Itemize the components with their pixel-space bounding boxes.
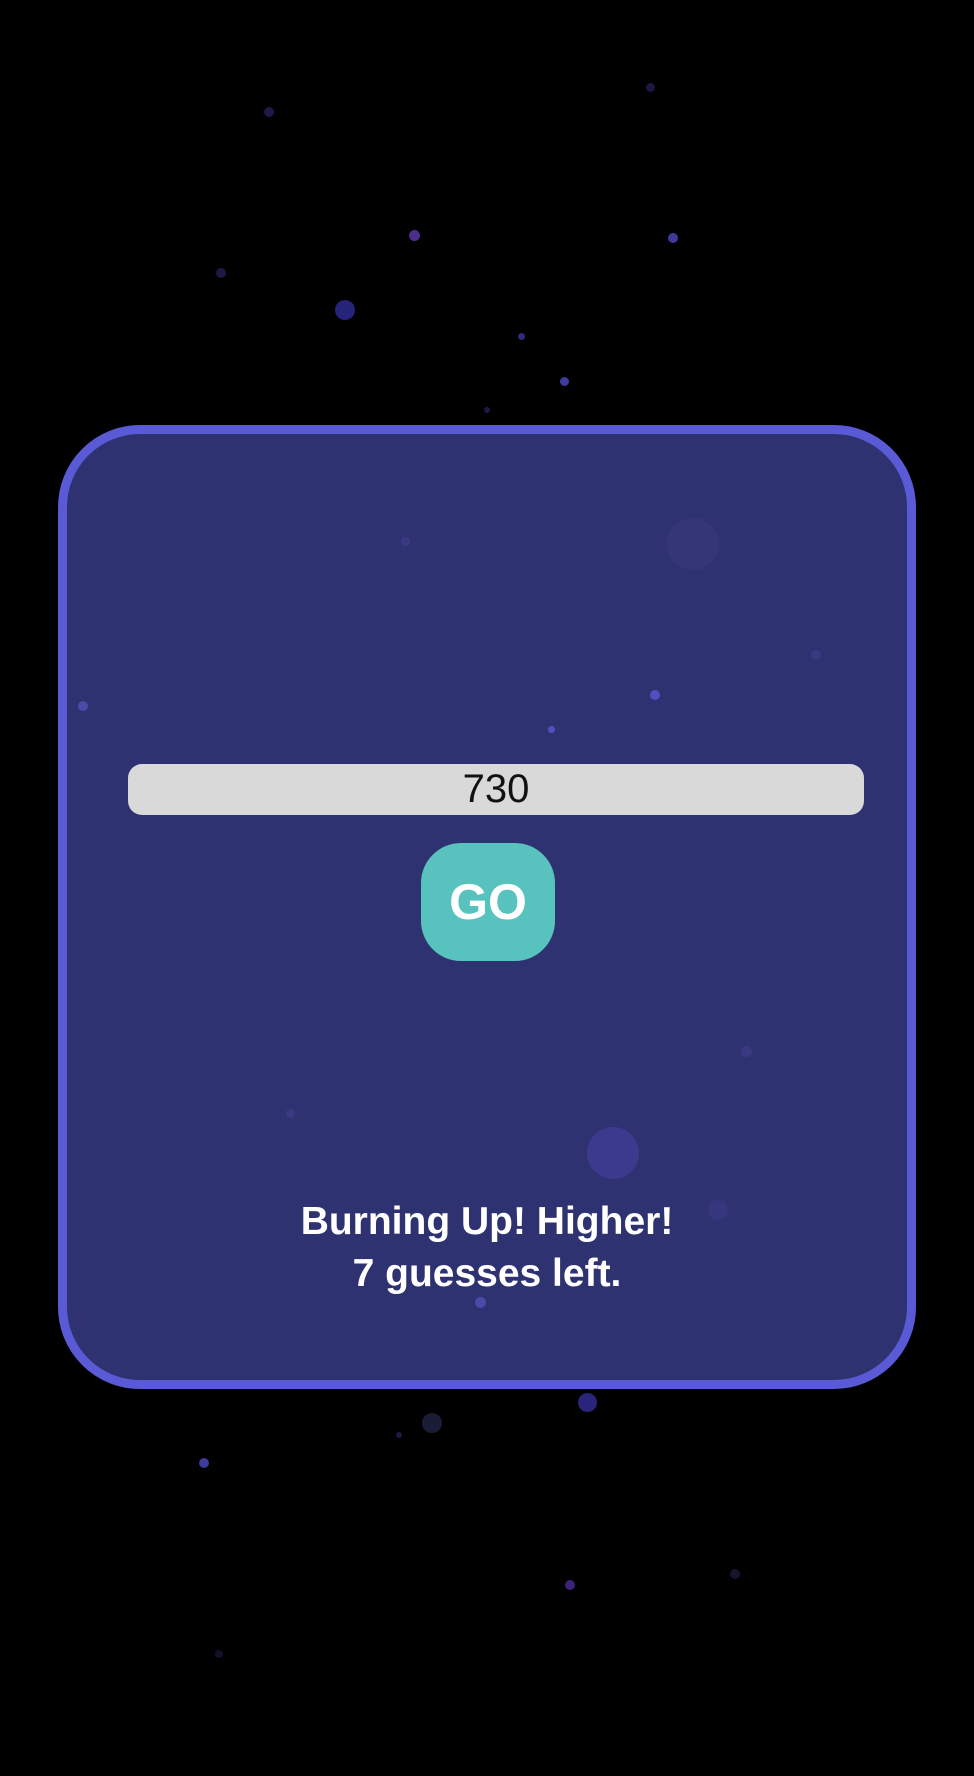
- guess-input[interactable]: [128, 764, 864, 815]
- background-particle: [668, 233, 678, 243]
- game-screen: GO Burning Up! Higher! 7 guesses left.: [0, 0, 974, 1776]
- background-particle: [409, 230, 420, 241]
- background-particle: [646, 83, 655, 92]
- background-particle: [518, 333, 525, 340]
- background-particle: [484, 407, 490, 413]
- feedback-message: Burning Up! Higher! 7 guesses left.: [67, 1196, 907, 1300]
- card-particle: [650, 690, 660, 700]
- card-particle: [78, 701, 88, 711]
- feedback-hint: Burning Up! Higher!: [300, 1200, 674, 1243]
- background-particle: [422, 1413, 442, 1433]
- background-particle: [565, 1580, 575, 1590]
- card-particle: [811, 650, 821, 660]
- background-particle: [215, 1650, 223, 1658]
- card-particle: [587, 1127, 639, 1179]
- go-button[interactable]: GO: [421, 843, 555, 961]
- background-particle: [396, 1432, 402, 1438]
- background-particle: [730, 1569, 740, 1579]
- background-particle: [335, 300, 355, 320]
- card-particle: [286, 1109, 295, 1118]
- card-particle: [741, 1046, 752, 1057]
- card-particle: [667, 518, 719, 570]
- card-particle: [548, 726, 555, 733]
- background-particle: [264, 107, 274, 117]
- background-particle: [560, 377, 569, 386]
- card-particle: [401, 537, 410, 546]
- background-particle: [578, 1393, 597, 1412]
- background-particle: [199, 1458, 209, 1468]
- background-particle: [216, 268, 226, 278]
- game-card: GO Burning Up! Higher! 7 guesses left.: [58, 425, 916, 1389]
- guesses-remaining: 7 guesses left.: [352, 1252, 622, 1295]
